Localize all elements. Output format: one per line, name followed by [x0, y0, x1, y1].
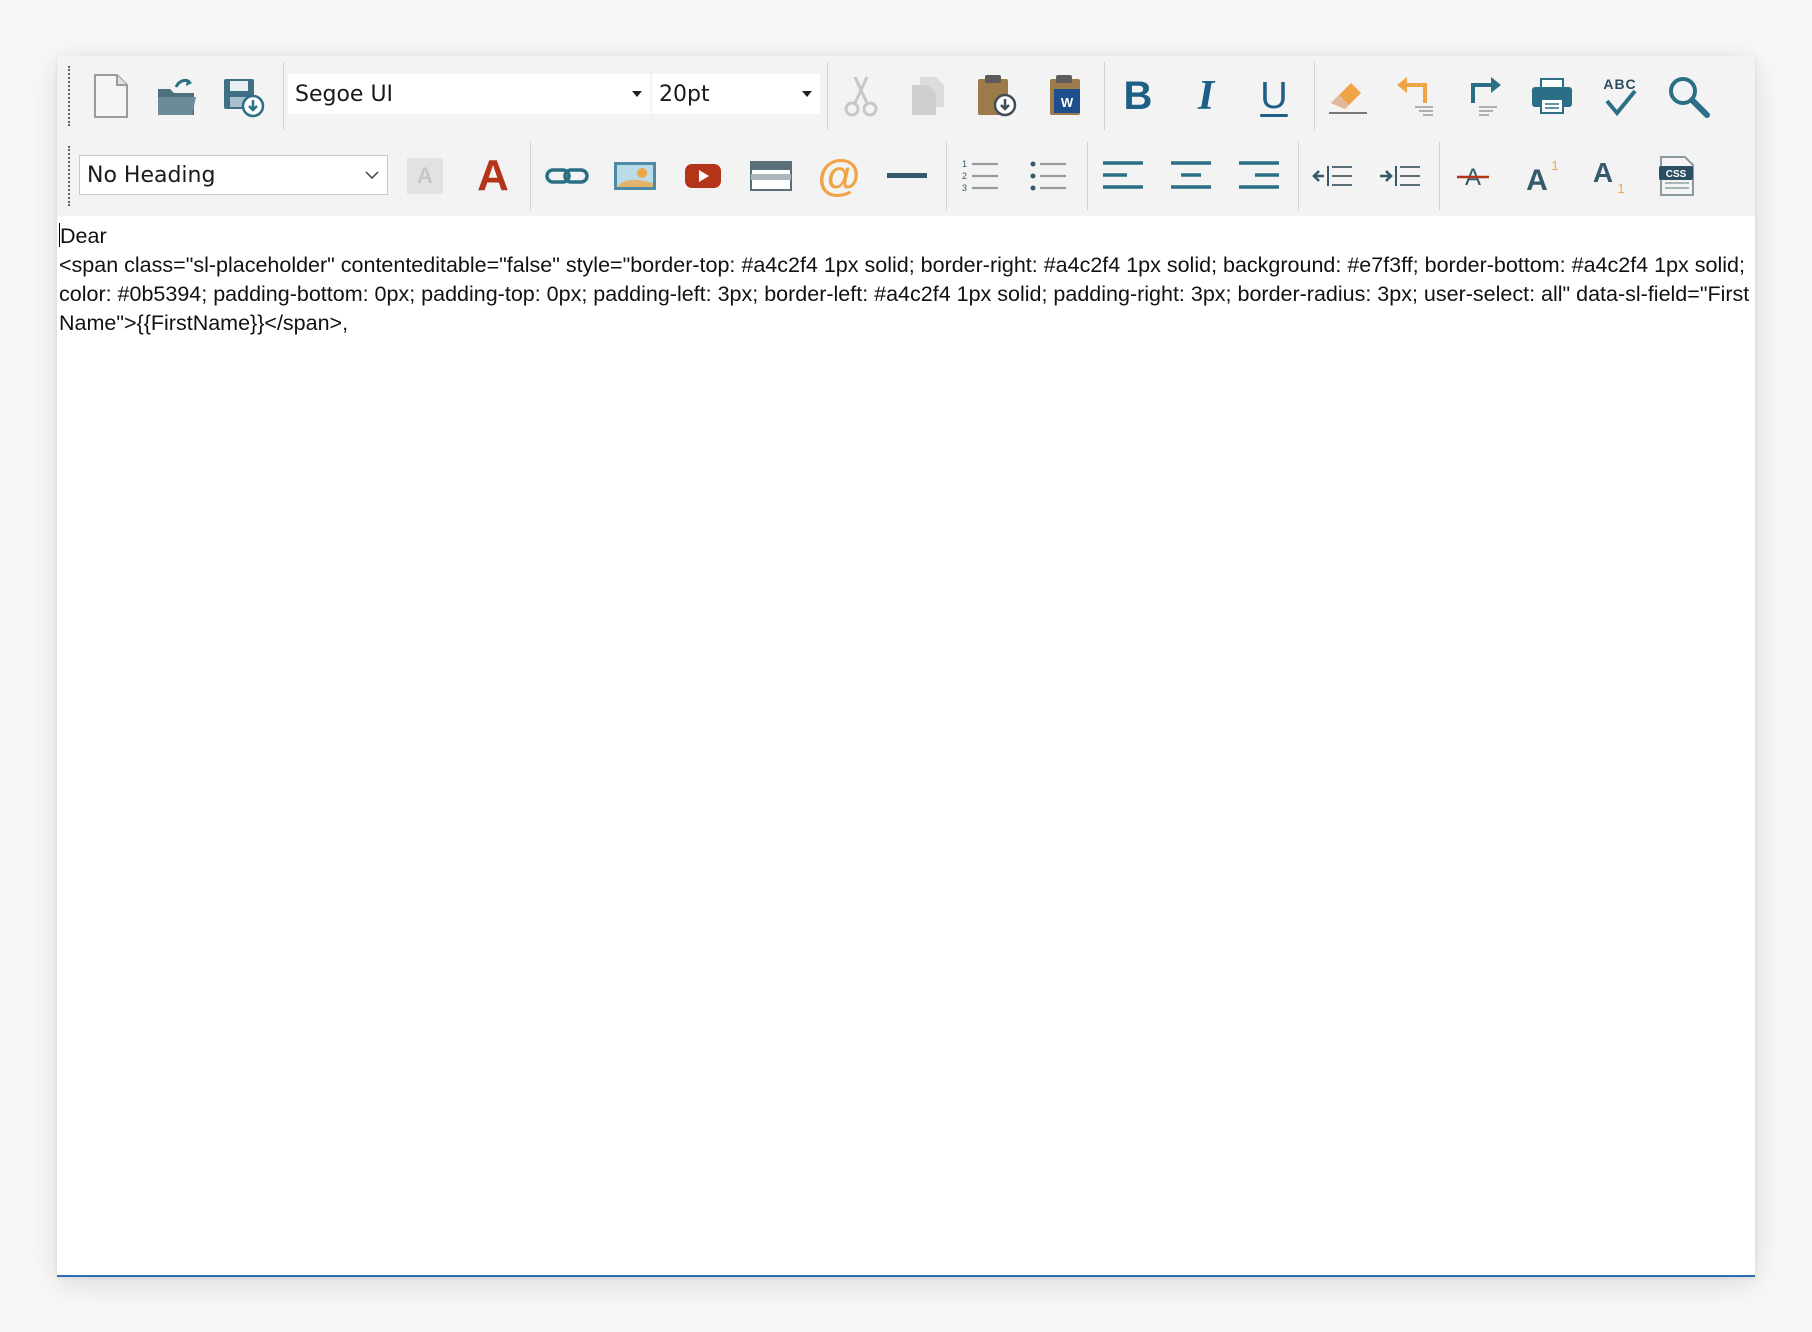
word-icon: W — [1050, 75, 1080, 115]
svg-text:CSS: CSS — [1666, 169, 1687, 180]
dropdown-arrow-icon — [802, 91, 812, 97]
new-document-icon — [94, 74, 128, 118]
open-folder-icon — [158, 78, 196, 115]
spellcheck-icon: ABC — [1603, 76, 1637, 117]
svg-text:W: W — [1061, 95, 1074, 110]
svg-text:3: 3 — [962, 183, 967, 193]
redo-icon — [1471, 77, 1501, 116]
font-size-combo[interactable]: 20pt — [652, 74, 820, 114]
svg-text:A: A — [1526, 164, 1548, 196]
placeholder-markup-text: <span class="sl-placeholder" contentedit… — [59, 253, 1750, 335]
bullet-list-icon — [1030, 161, 1066, 191]
table-icon — [750, 161, 792, 191]
insert-table-button[interactable] — [742, 144, 800, 208]
strikethrough-button[interactable]: A — [1444, 144, 1502, 208]
toolbar-row-2: No Heading A A @ 1 2 3 A A 1 A 1 CSS — [57, 136, 1755, 216]
numbered-list-icon: 1 2 3 — [962, 159, 998, 193]
css-icon: CSS — [1659, 156, 1694, 196]
insert-link-button[interactable] — [538, 144, 596, 208]
heading-style-value: No Heading — [87, 162, 216, 188]
eraser-button[interactable] — [1319, 64, 1377, 128]
new-document-button[interactable] — [82, 64, 140, 128]
strikethrough-icon: A — [1457, 164, 1489, 191]
insert-email-button[interactable]: @ — [810, 144, 868, 208]
subscript-icon: A 1 — [1593, 157, 1625, 196]
redo-button[interactable] — [1455, 64, 1513, 128]
save-icon — [224, 79, 265, 118]
superscript-icon: A 1 — [1526, 158, 1558, 196]
font-color-button[interactable]: A — [464, 144, 522, 208]
clipboard-icon — [978, 75, 1017, 117]
open-button[interactable] — [148, 64, 206, 128]
outdent-button[interactable] — [1303, 144, 1361, 208]
underline-button[interactable]: U — [1245, 64, 1303, 128]
align-left-icon — [1103, 161, 1143, 189]
subscript-button[interactable]: A 1 — [1580, 144, 1638, 208]
image-icon — [614, 162, 656, 190]
svg-text:ABC: ABC — [1603, 76, 1636, 92]
video-icon — [685, 164, 721, 188]
paste-from-word-button[interactable]: W — [1037, 64, 1095, 128]
undo-button[interactable] — [1387, 64, 1445, 128]
copy-icon — [912, 77, 944, 115]
svg-text:1: 1 — [962, 159, 967, 169]
svg-text:2: 2 — [962, 171, 967, 181]
paste-button[interactable] — [968, 64, 1026, 128]
insert-image-button[interactable] — [606, 144, 664, 208]
print-button[interactable] — [1523, 64, 1581, 128]
insert-video-button[interactable] — [674, 144, 732, 208]
font-family-combo[interactable]: Segoe UI — [288, 74, 650, 114]
highlight-color-button[interactable]: A — [396, 144, 454, 208]
numbered-list-button[interactable]: 1 2 3 — [951, 144, 1009, 208]
superscript-button[interactable]: A 1 — [1512, 144, 1570, 208]
toolbar-grip[interactable] — [68, 66, 70, 126]
indent-button[interactable] — [1371, 144, 1429, 208]
link-icon — [545, 168, 589, 184]
document-body[interactable]: Dear <span class="sl-placeholder" conten… — [57, 216, 1755, 1273]
scissors-icon — [844, 76, 878, 117]
at-sign-icon: @ — [817, 151, 861, 200]
italic-icon: I — [1197, 73, 1215, 119]
outdent-icon — [1312, 166, 1352, 186]
align-right-icon — [1239, 161, 1279, 189]
eraser-icon — [1329, 83, 1367, 114]
italic-button[interactable]: I — [1177, 64, 1235, 128]
align-right-button[interactable] — [1230, 144, 1288, 208]
css-button[interactable]: CSS — [1648, 144, 1706, 208]
undo-icon — [1397, 77, 1433, 116]
bold-icon: B — [1123, 73, 1153, 118]
copy-button[interactable] — [899, 64, 957, 128]
indent-icon — [1380, 166, 1420, 186]
text-line: Dear — [59, 222, 1753, 251]
highlight-icon: A — [407, 158, 443, 194]
search-icon — [1669, 77, 1710, 118]
align-center-icon — [1171, 161, 1211, 189]
greeting-text: Dear — [60, 224, 107, 248]
horizontal-line-icon — [887, 173, 927, 178]
bold-button[interactable]: B — [1109, 64, 1167, 128]
font-family-value: Segoe UI — [295, 81, 394, 107]
html-editor: Segoe UI 20pt W B I U ABC No Heading A A… — [57, 56, 1755, 1277]
printer-icon — [1532, 78, 1572, 114]
save-button[interactable] — [214, 64, 272, 128]
align-left-button[interactable] — [1094, 144, 1152, 208]
find-button[interactable] — [1659, 64, 1717, 128]
horizontal-rule-button[interactable] — [878, 144, 936, 208]
font-size-value: 20pt — [659, 81, 710, 107]
svg-text:1: 1 — [1551, 158, 1558, 173]
toolbar-grip[interactable] — [68, 146, 70, 206]
cut-button[interactable] — [832, 64, 890, 128]
svg-text:A: A — [1593, 157, 1613, 188]
underline-icon: U — [1260, 74, 1288, 117]
text-line: <span class="sl-placeholder" contentedit… — [59, 251, 1753, 338]
font-color-icon: A — [477, 151, 509, 200]
heading-style-select[interactable]: No Heading — [79, 155, 388, 195]
bullet-list-button[interactable] — [1019, 144, 1077, 208]
svg-text:1: 1 — [1617, 181, 1624, 196]
align-center-button[interactable] — [1162, 144, 1220, 208]
toolbar-row-1: Segoe UI 20pt W B I U ABC — [57, 56, 1755, 136]
spellcheck-button[interactable]: ABC — [1591, 64, 1649, 128]
dropdown-arrow-icon — [632, 91, 642, 97]
chevron-down-icon — [365, 171, 379, 179]
